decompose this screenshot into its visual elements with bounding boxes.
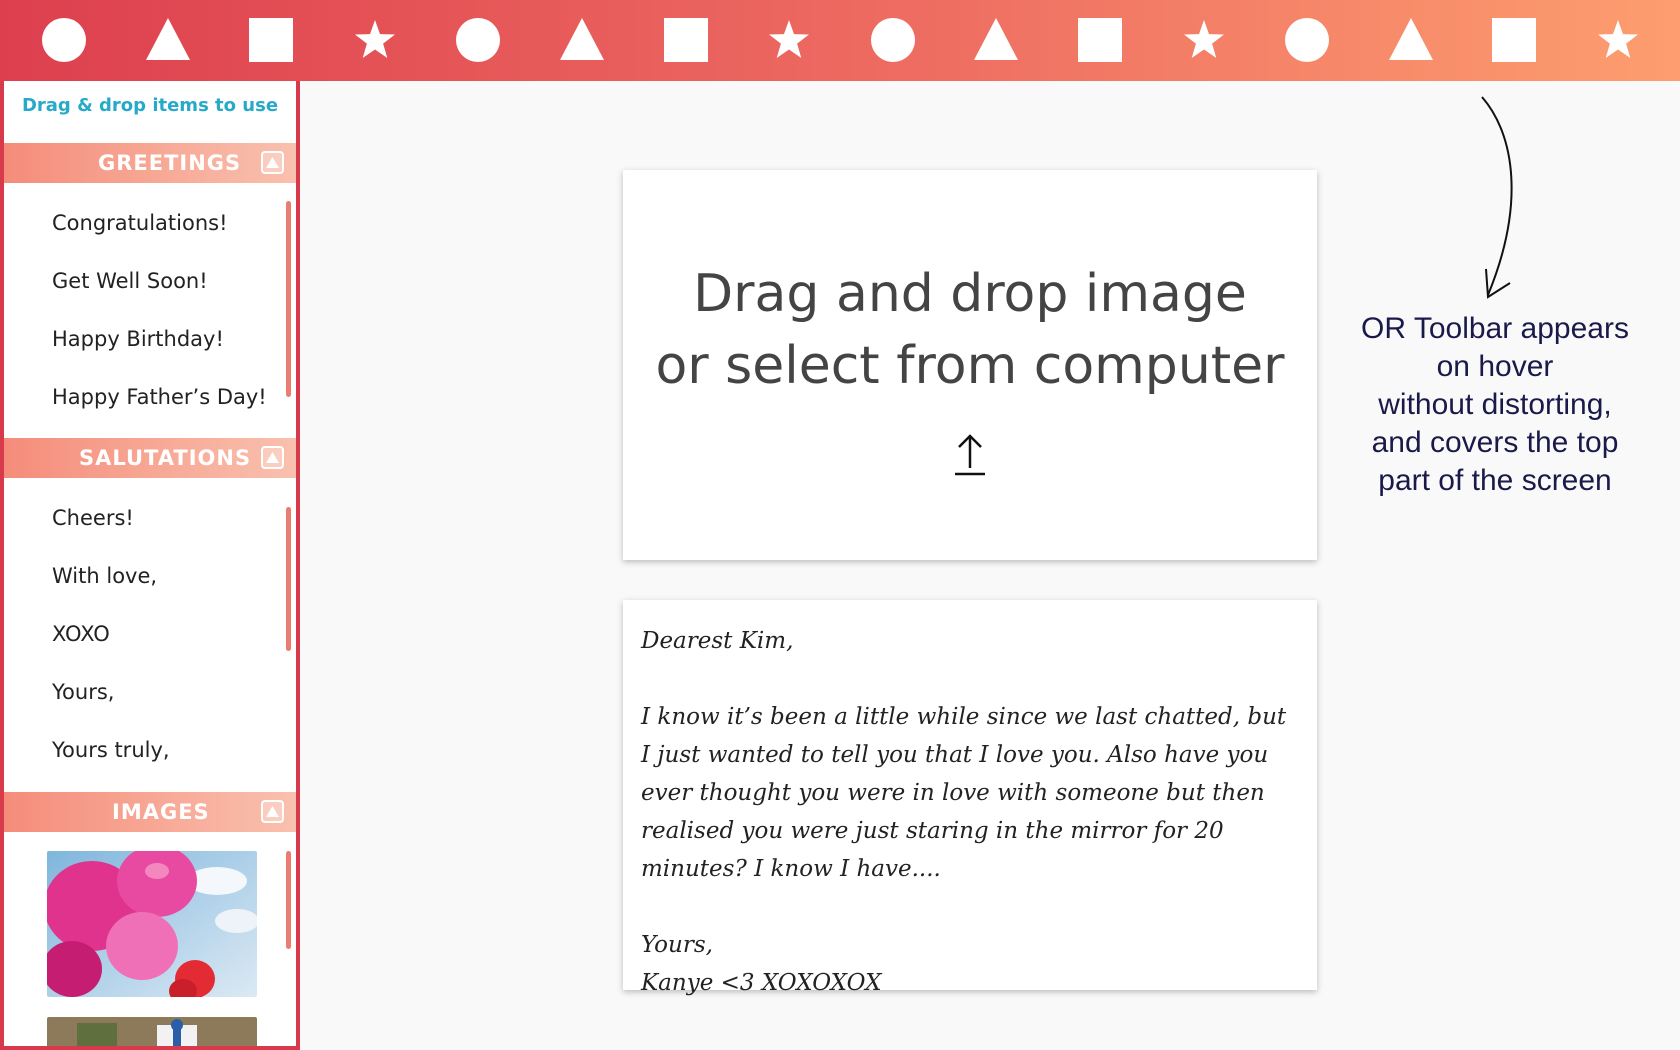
annotation-line: on hover: [1436, 350, 1554, 383]
collapse-greetings-icon[interactable]: [261, 151, 284, 174]
upload-instructions: Drag and drop image or select from compu…: [623, 258, 1317, 402]
star-icon[interactable]: [1180, 16, 1228, 64]
triangle-icon[interactable]: [558, 16, 606, 64]
circle-icon[interactable]: [454, 16, 502, 64]
square-icon[interactable]: [1076, 16, 1124, 64]
salutation-item[interactable]: Yours truly,: [52, 738, 170, 762]
letter-closing: Yours,: [641, 932, 713, 958]
salutation-item[interactable]: With love,: [52, 564, 157, 588]
greeting-item[interactable]: Happy Birthday!: [52, 327, 224, 351]
salutation-item[interactable]: Yours,: [52, 680, 114, 704]
sidebar-panel: Drag & drop items to use GREETINGS Congr…: [0, 81, 300, 1050]
letter-signature: Kanye <3 XOXOXOX: [641, 970, 882, 996]
greeting-item[interactable]: Congratulations!: [52, 211, 228, 235]
salutation-item[interactable]: Cheers!: [52, 506, 134, 530]
annotation-line: and covers the top: [1371, 426, 1619, 459]
upload-line-1: Drag and drop image: [693, 264, 1247, 324]
annotation-line: part of the screen: [1378, 464, 1612, 497]
hover-toolbar-annotation: OR Toolbar appears on hover without dist…: [1330, 310, 1660, 500]
gift-box-image[interactable]: [47, 1017, 257, 1046]
greetings-scrollbar[interactable]: [286, 201, 291, 397]
square-icon[interactable]: [247, 16, 295, 64]
upload-line-2: or select from computer: [655, 336, 1285, 396]
upload-arrow-icon[interactable]: [952, 432, 988, 476]
annotation-arrow-icon: [1481, 96, 1513, 299]
salutation-item[interactable]: XOXO: [52, 622, 110, 646]
star-icon[interactable]: [351, 16, 399, 64]
square-icon[interactable]: [662, 16, 710, 64]
pink-balloons-image[interactable]: [47, 851, 257, 997]
letter-greeting: Dearest Kim,: [641, 628, 794, 654]
annotation-line: without distorting,: [1378, 388, 1612, 421]
collapse-salutations-icon[interactable]: [261, 446, 284, 469]
letter-card[interactable]: Dearest Kim, I know it’s been a little w…: [623, 600, 1317, 996]
section-title-greetings: GREETINGS: [98, 151, 242, 175]
greeting-item[interactable]: Get Well Soon!: [52, 269, 208, 293]
annotation-line: OR Toolbar appears: [1361, 312, 1629, 345]
star-icon[interactable]: [1594, 16, 1642, 64]
greeting-item[interactable]: Happy Father’s Day!: [52, 385, 267, 409]
section-header-greetings[interactable]: GREETINGS: [4, 143, 296, 183]
section-header-images[interactable]: IMAGES: [4, 792, 296, 832]
square-icon[interactable]: [1490, 16, 1538, 64]
circle-icon[interactable]: [40, 16, 88, 64]
star-icon[interactable]: [765, 16, 813, 64]
section-title-images: IMAGES: [112, 800, 210, 824]
salutations-scrollbar[interactable]: [286, 507, 291, 651]
sidebar-hint: Drag & drop items to use: [21, 95, 279, 116]
image-upload-dropzone[interactable]: Drag and drop image or select from compu…: [623, 170, 1317, 560]
letter-body: I know it’s been a little while since we…: [641, 704, 1287, 882]
collapse-images-icon[interactable]: [261, 800, 284, 823]
images-scrollbar[interactable]: [286, 851, 291, 949]
triangle-icon[interactable]: [1387, 16, 1435, 64]
triangle-icon[interactable]: [144, 16, 192, 64]
shape-toolbar: [0, 0, 1680, 81]
circle-icon[interactable]: [1283, 16, 1331, 64]
triangle-icon[interactable]: [972, 16, 1020, 64]
section-header-salutations[interactable]: SALUTATIONS: [4, 438, 296, 478]
circle-icon[interactable]: [869, 16, 917, 64]
letter-text[interactable]: Dearest Kim, I know it’s been a little w…: [641, 622, 1301, 1002]
section-title-salutations: SALUTATIONS: [79, 446, 252, 470]
